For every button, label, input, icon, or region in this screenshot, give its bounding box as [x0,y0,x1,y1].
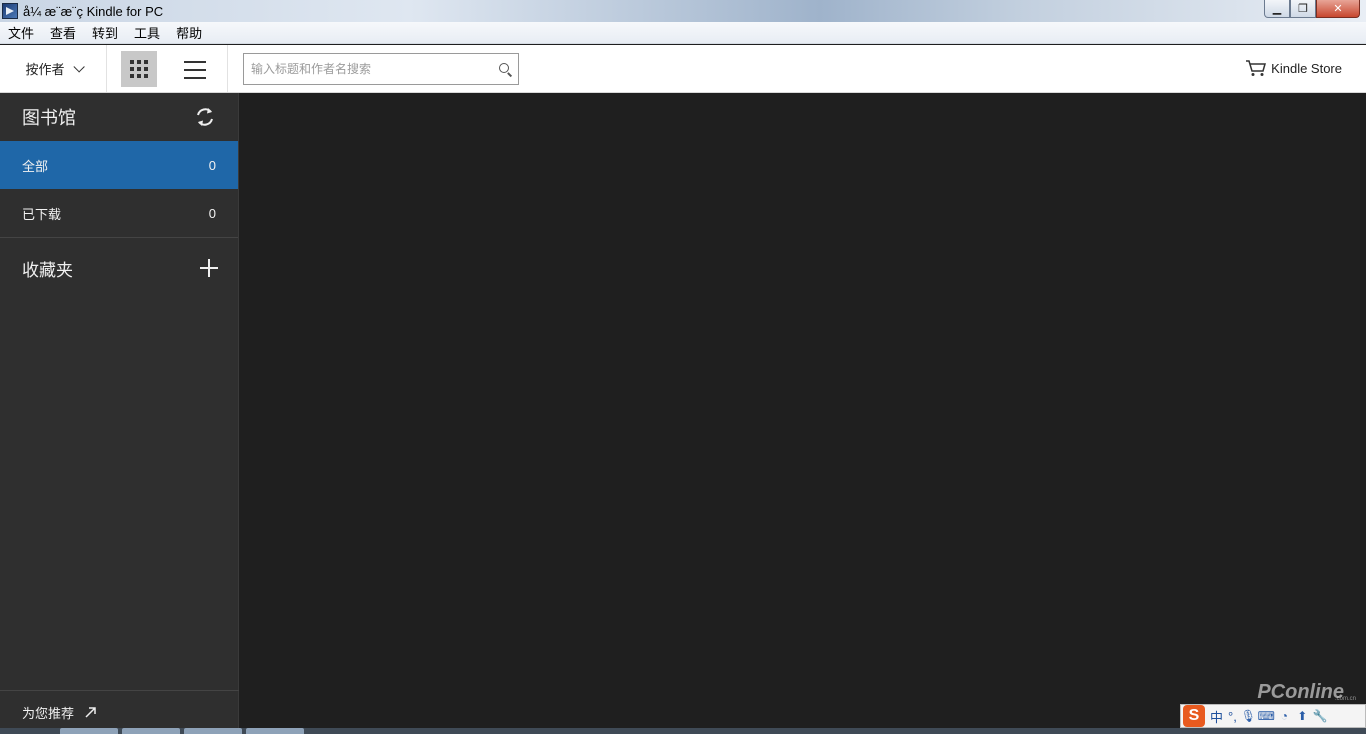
chevron-down-icon [72,60,85,73]
sidebar-item-label: 全部 [22,158,49,174]
watermark-sub: .com.cn [1334,696,1356,702]
menu-bar: 文件 查看 转到 工具 帮助 [0,22,1366,44]
add-collection-icon[interactable] [200,259,218,277]
toolbar: 按作者 Kindle Store [0,45,1366,93]
sogou-logo-icon[interactable]: S [1183,705,1205,727]
sidebar-item-label: 已下载 [22,206,62,222]
minimize-button[interactable]: ▁ [1264,0,1290,18]
menu-file[interactable]: 文件 [0,23,42,42]
favorites-title: 收藏夹 [22,260,73,280]
recommend-label: 为您推荐 [22,706,75,721]
search-input[interactable] [251,60,491,78]
watermark: PConline [1257,681,1344,703]
kindle-app-icon [2,3,18,19]
wrench-icon[interactable]: 🔧 [1313,709,1328,723]
taskbar-button[interactable] [184,728,242,734]
menu-view[interactable]: 查看 [42,23,84,42]
skin-icon[interactable]: ◔ [1278,709,1291,723]
taskbar-button[interactable] [60,728,118,734]
toolbar-divider [227,45,228,92]
sidebar-item-count: 0 [208,205,216,221]
ime-mode-toggle[interactable]: 中 [1210,707,1223,726]
menu-help[interactable]: 帮助 [168,23,210,42]
menu-tools[interactable]: 工具 [126,23,168,42]
list-icon [184,61,206,63]
menu-goto[interactable]: 转到 [84,23,126,42]
external-link-icon [85,707,96,718]
title-bar: å¼ æ¨æ¨ç Kindle for PC ▁ ❐ ✕ [0,0,1366,22]
kindle-store-link[interactable]: Kindle Store [1245,59,1342,77]
store-label: Kindle Store [1271,60,1342,76]
cart-icon [1246,60,1267,76]
list-view-button[interactable] [184,61,206,79]
sidebar-item-downloaded[interactable]: 已下载 0 [0,189,238,237]
sort-dropdown[interactable]: 按作者 [0,45,107,92]
library-content-area [240,93,1366,734]
favorites-header: 收藏夹 [0,238,238,298]
sync-icon[interactable] [194,106,216,128]
keyboard-icon[interactable]: ⌨ [1258,709,1275,723]
sort-label: 按作者 [25,62,65,77]
search-box [243,53,519,85]
maximize-button[interactable]: ❐ [1290,0,1316,18]
grid-view-button[interactable] [121,51,157,87]
library-title: 图书馆 [22,108,76,128]
sidebar-item-all[interactable]: 全部 0 [0,141,238,189]
taskbar-button[interactable] [122,728,180,734]
library-header: 图书馆 [0,93,238,141]
taskbar [0,728,1366,734]
sidebar-item-count: 0 [208,157,216,173]
window-title: å¼ æ¨æ¨ç Kindle for PC [23,3,164,19]
taskbar-button[interactable] [246,728,304,734]
window-controls: ▁ ❐ ✕ [1264,0,1360,18]
ime-toolbar: S 中 °, 🎙 ⌨ ◔ ⬆ 🔧 [1180,704,1366,728]
close-button[interactable]: ✕ [1316,0,1360,18]
microphone-icon[interactable]: 🎙 [1241,709,1256,723]
ime-punctuation-toggle[interactable]: °, [1228,709,1237,724]
upload-icon[interactable]: ⬆ [1296,709,1309,723]
grid-icon [130,60,134,64]
search-icon[interactable] [499,63,509,73]
sidebar: 图书馆 全部 0 已下载 0 收藏夹 为您推荐 [0,93,239,734]
